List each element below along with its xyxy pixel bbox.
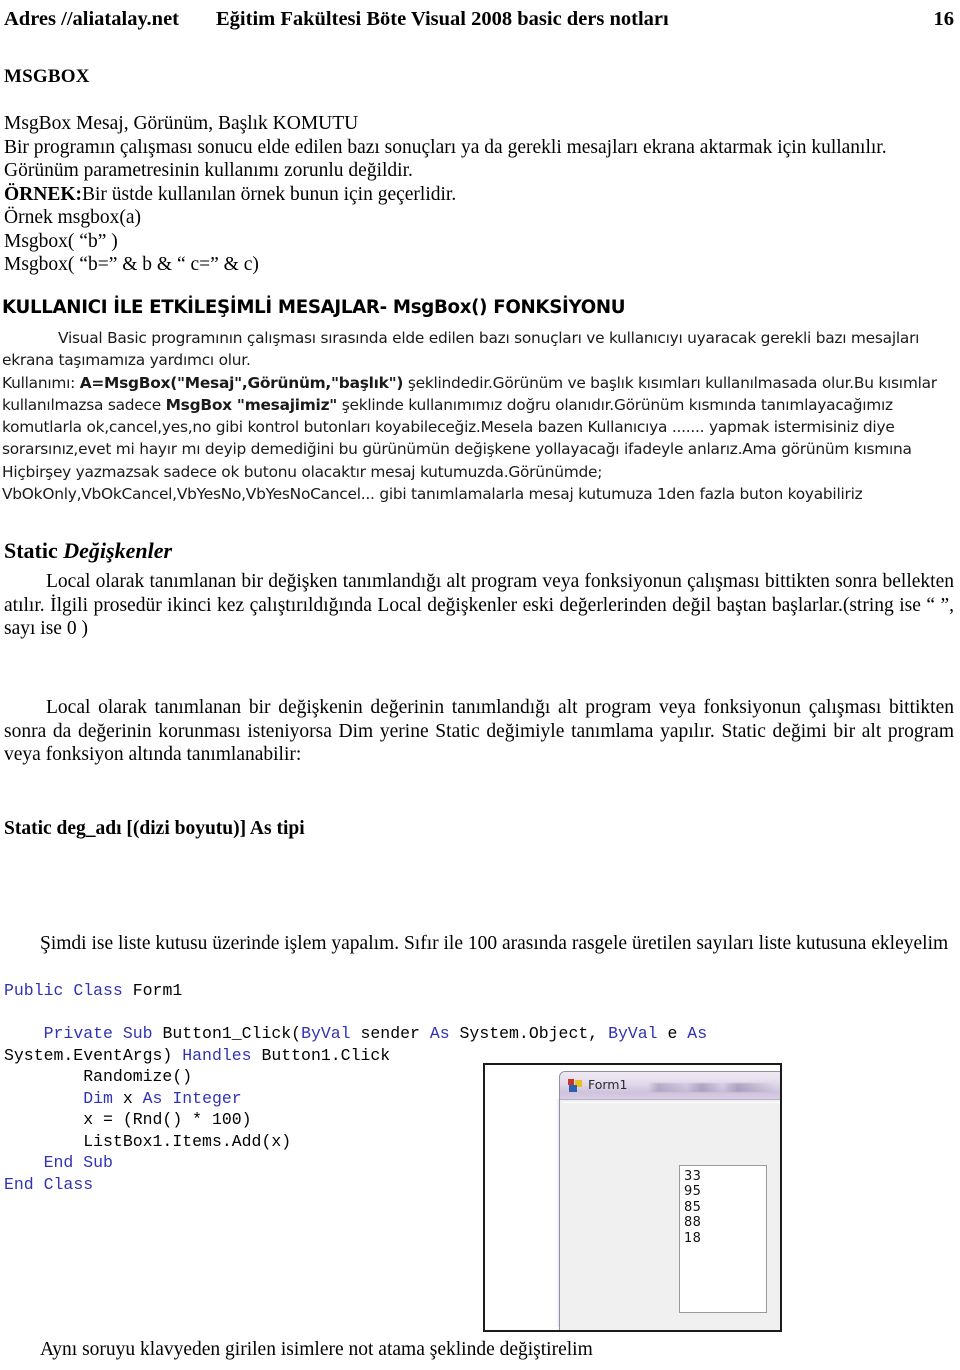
vb-form-icon bbox=[568, 1079, 582, 1092]
code-text: e bbox=[657, 1024, 688, 1043]
static-paragraph-1: Local olarak tanımlanan bir değişken tan… bbox=[4, 570, 954, 641]
form1-client-area: 33 95 85 88 18 bbox=[563, 1102, 780, 1330]
msgbox-line-1: MsgBox Mesaj, Görünüm, Başlık KOMUTU bbox=[4, 113, 359, 134]
form1-window: Form1 33 95 85 88 18 bbox=[559, 1071, 780, 1330]
code-text: System.Object, bbox=[449, 1024, 609, 1043]
listbox-item[interactable]: 95 bbox=[684, 1184, 766, 1199]
kullanici-paragraph-1: Visual Basic programının çalışması sıras… bbox=[2, 327, 952, 372]
kullanici-paragraph-2: Kullanımı: A=MsgBox("Mesaj",Görünüm,"baş… bbox=[2, 372, 952, 506]
code-keyword: Handles bbox=[182, 1045, 252, 1065]
liste-p1-text: Şimdi ise liste kutusu üzerinde işlem ya… bbox=[40, 933, 949, 954]
kullanimi-label: Kullanımı: bbox=[2, 373, 80, 392]
static-syntax-line: Static deg_adı [(dizi boyutu)] As tipi bbox=[4, 818, 305, 839]
code-keyword: Dim bbox=[83, 1088, 113, 1108]
code-line: Private Sub Button1_Click(ByVal sender A… bbox=[4, 1023, 804, 1066]
code-text: x bbox=[112, 1088, 143, 1108]
header-title: Eğitim Fakültesi Böte Visual 2008 basic … bbox=[216, 8, 669, 30]
code-keyword: ByVal bbox=[301, 1024, 351, 1043]
static-p2-text: Local olarak tanımlanan bir değişkenin d… bbox=[4, 697, 954, 765]
code-text: Randomize() bbox=[4, 1067, 193, 1086]
code-line: Public Class Form1 bbox=[4, 980, 804, 1002]
code-text: Form1 bbox=[122, 981, 183, 1000]
code-text: ListBox1.Items.Add(x) bbox=[4, 1131, 292, 1151]
code-keyword: ByVal bbox=[608, 1024, 658, 1043]
code-keyword: Public bbox=[4, 981, 64, 1000]
static-p1-text: Local olarak tanımlanan bir değişken tan… bbox=[4, 571, 954, 639]
code-keyword: Integer bbox=[172, 1088, 242, 1108]
kullanici-p1-text: Visual Basic programının çalışması sıras… bbox=[2, 329, 920, 370]
code-text: Button1.Click bbox=[251, 1045, 391, 1065]
listbox1[interactable]: 33 95 85 88 18 bbox=[679, 1165, 767, 1313]
form-screenshot-frame: Form1 33 95 85 88 18 bbox=[483, 1063, 782, 1332]
listbox-item[interactable]: 33 bbox=[684, 1169, 766, 1184]
header-address: Adres //aliatalay.net bbox=[4, 8, 180, 30]
code-text: sender bbox=[350, 1024, 430, 1043]
static-heading: Static Değişkenler bbox=[4, 538, 172, 564]
code-keyword: Class bbox=[43, 1174, 94, 1194]
liste-paragraph: Şimdi ise liste kutusu üzerinde işlem ya… bbox=[4, 932, 954, 956]
msgbox-line-7: Msgbox( “b=” & b & “ c=” & c) bbox=[4, 254, 259, 275]
kullanici-body: Visual Basic programının çalışması sıras… bbox=[2, 327, 952, 505]
code-keyword: As bbox=[429, 1024, 450, 1043]
footer-paragraph: Aynı soruyu klavyeden girilen isimlere n… bbox=[4, 1338, 954, 1362]
ornek-text: Bir üstde kullanılan örnek bunun için ge… bbox=[82, 183, 457, 205]
msgbox-heading: MSGBOX bbox=[4, 66, 90, 87]
msgbox-line-3: Görünüm parametresinin kullanımı zorunlu… bbox=[4, 160, 413, 181]
listbox-item[interactable]: 88 bbox=[684, 1215, 766, 1230]
listbox-item[interactable]: 85 bbox=[684, 1200, 766, 1215]
footer-text: Aynı soruyu klavyeden girilen isimlere n… bbox=[40, 1339, 593, 1360]
code-keyword: As bbox=[687, 1024, 708, 1043]
code-text: x = (Rnd() * 100) bbox=[4, 1110, 252, 1129]
code-keyword: End bbox=[4, 1174, 34, 1194]
running-header: Adres //aliatalay.net Eğitim Fakültesi B… bbox=[0, 4, 960, 38]
static-heading-italic: Değişkenler bbox=[57, 538, 173, 563]
code-keyword: Sub bbox=[122, 1024, 153, 1043]
code-keyword: As bbox=[142, 1088, 163, 1108]
static-paragraph-2: Local olarak tanımlanan bir değişkenin d… bbox=[4, 696, 954, 767]
msgbox-line-2: Bir programın çalışması sonucu elde edil… bbox=[4, 136, 887, 158]
msgbox-line-6: Msgbox( “b” ) bbox=[4, 230, 118, 252]
form1-titlebar: Form1 bbox=[560, 1072, 780, 1100]
titlebar-smear bbox=[648, 1083, 776, 1092]
form1-caption: Form1 bbox=[588, 1077, 628, 1092]
code-keyword: End bbox=[43, 1153, 74, 1172]
ornek-label: ÖRNEK: bbox=[4, 183, 82, 205]
msgbox-body: MsgBox Mesaj, Görünüm, Başlık KOMUTU Bir… bbox=[4, 112, 956, 277]
msgbox-line-5: Örnek msgbox(a) bbox=[4, 207, 142, 228]
code-keyword: Class bbox=[73, 981, 123, 1000]
msgbox-signature: A=MsgBox("Mesaj",Görünüm,"başlık") bbox=[79, 373, 404, 392]
static-heading-bold: Static bbox=[4, 538, 58, 563]
msgbox-simple-form: MsgBox "mesajimiz" bbox=[165, 395, 338, 414]
code-text: Button1_Click( bbox=[152, 1024, 302, 1043]
code-keyword: Private bbox=[43, 1024, 113, 1043]
listbox-item[interactable]: 18 bbox=[684, 1231, 766, 1246]
document-page: Adres //aliatalay.net Eğitim Fakültesi B… bbox=[0, 0, 960, 1370]
msgbox-line-4: ÖRNEK:Bir üstde kullanılan örnek bunun i… bbox=[4, 183, 956, 207]
page-number: 16 bbox=[933, 8, 955, 30]
code-keyword: Sub bbox=[83, 1153, 113, 1172]
kullanici-heading: KULLANICI İLE ETKİLEŞİMLİ MESAJLAR- MsgB… bbox=[2, 297, 626, 318]
